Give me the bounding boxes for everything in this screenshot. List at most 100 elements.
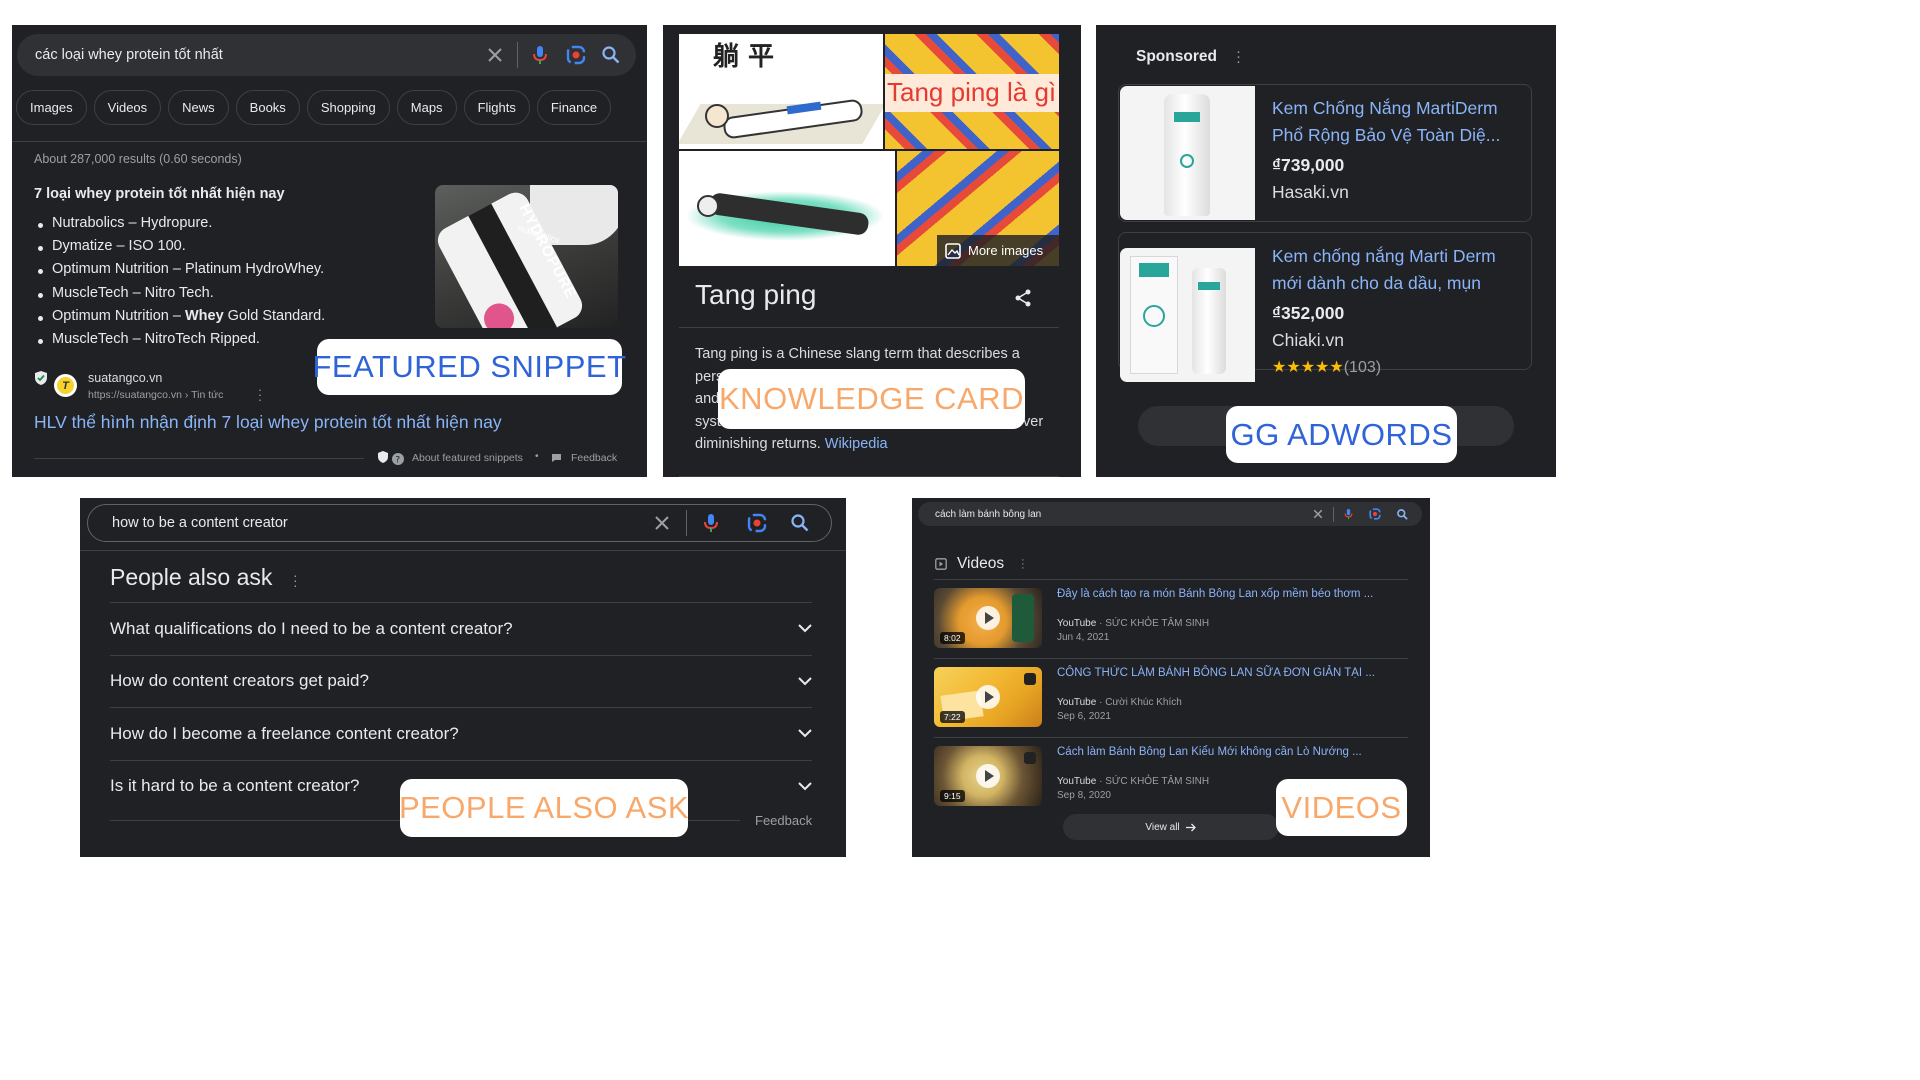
ad-title-line-1[interactable]: Kem chống nắng Marti Derm (1272, 246, 1496, 267)
chip-news[interactable]: News (168, 90, 229, 125)
chip-videos[interactable]: Videos (93, 90, 162, 125)
result-link[interactable]: HLV thể hình nhận định 7 loại whey prote… (34, 412, 502, 433)
video-item[interactable]: 7:22 CÔNG THỨC LÀM BÁNH BÔNG LAN SỮA ĐƠN… (934, 659, 1408, 738)
result-stats: About 287,000 results (0.60 seconds) (34, 152, 242, 166)
divider (686, 510, 687, 536)
desc-line: Tang ping is a Chinese slang term that d… (695, 346, 1020, 362)
search-divider (80, 550, 846, 551)
arrow-right-icon (1185, 823, 1196, 831)
feedback-icon[interactable] (551, 453, 562, 463)
search-input[interactable]: cách làm bánh bông lan (935, 509, 1313, 520)
video-date: Jun 4, 2021 (1057, 632, 1110, 643)
video-thumbnail[interactable]: 9:15 (934, 746, 1042, 806)
wikipedia-link[interactable]: Wikipedia (825, 436, 888, 452)
chip-shopping[interactable]: Shopping (306, 90, 390, 125)
image-tang-ping-poster[interactable]: Tang ping là gì (885, 34, 1059, 149)
lens-icon[interactable] (747, 513, 767, 533)
chips-divider (12, 141, 647, 142)
image-lying-splash[interactable] (679, 151, 895, 266)
view-all-button[interactable]: View all (1063, 814, 1279, 840)
video-thumbnail[interactable]: 8:02 (934, 588, 1042, 648)
microphone-icon[interactable] (532, 45, 548, 65)
feedback-link[interactable]: Feedback (571, 452, 617, 464)
paa-question[interactable]: How do I become a freelance content crea… (110, 707, 812, 760)
video-channel: SỨC KHỎE TÂM SINH (1105, 618, 1210, 629)
review-count: (103) (1343, 359, 1382, 376)
video-meta: CÔNG THỨC LÀM BÁNH BÔNG LAN SỮA ĐƠN GIẢN… (1057, 667, 1375, 737)
clear-icon[interactable] (654, 515, 670, 531)
microphone-icon[interactable] (1344, 508, 1353, 520)
search-input[interactable]: các loại whey protein tốt nhất (35, 47, 487, 63)
paa-question[interactable]: What qualifications do I need to be a co… (110, 602, 812, 655)
footer-dot: • (535, 451, 539, 462)
video-title[interactable]: Cách làm Bánh Bông Lan Kiểu Mới không cầ… (1057, 746, 1362, 758)
image-colorful-pattern[interactable]: More images (897, 151, 1059, 266)
tub-berries (478, 298, 520, 328)
clear-icon[interactable] (487, 47, 503, 63)
play-icon[interactable] (976, 685, 1000, 709)
search-bar[interactable]: các loại whey protein tốt nhất (17, 34, 636, 76)
lens-icon[interactable] (1369, 508, 1381, 520)
chip-books[interactable]: Books (235, 90, 300, 125)
videos-menu-icon[interactable]: · · · (1021, 555, 1025, 574)
gg-adwords-callout: GG ADWORDS (1226, 406, 1457, 463)
chip-maps[interactable]: Maps (396, 90, 457, 125)
lens-icon[interactable] (566, 45, 586, 65)
search-bar[interactable]: how to be a content creator (87, 504, 832, 542)
video-title[interactable]: CÔNG THỨC LÀM BÁNH BÔNG LAN SỮA ĐƠN GIẢN… (1057, 667, 1375, 679)
list-item: MuscleTech – Nitro Tech. (34, 285, 325, 308)
search-icon[interactable] (602, 46, 620, 64)
video-title[interactable]: Đây là cách tạo ra món Bánh Bông Lan xốp… (1057, 588, 1373, 600)
shield-icon (378, 451, 388, 463)
ad-product-image[interactable] (1120, 248, 1255, 382)
play-icon[interactable] (976, 764, 1000, 788)
chevron-down-icon[interactable] (798, 729, 812, 738)
ad-title-line-2[interactable]: mới dành cho da dầu, mụn (1272, 273, 1481, 294)
tube-shape (1164, 94, 1210, 216)
more-images-overlay[interactable]: More images (937, 235, 1059, 266)
list-item: Optimum Nutrition – Whey Gold Standard. (34, 308, 325, 331)
ad-title-line-1[interactable]: Kem Chống Nắng MartiDerm (1272, 98, 1498, 119)
chip-finance[interactable]: Finance (536, 90, 612, 125)
share-icon[interactable] (1014, 289, 1032, 307)
help-icon[interactable]: ? (392, 453, 404, 465)
ad-title-line-2[interactable]: Phổ Rộng Bảo Vệ Toàn Diệ... (1272, 125, 1500, 146)
ad-card[interactable]: Kem chống nắng Marti Derm mới dành cho d… (1118, 232, 1532, 382)
feedback-link[interactable]: Feedback (755, 813, 812, 828)
video-channel: Cười Khúc Khích (1105, 697, 1182, 708)
search-bar[interactable]: cách làm bánh bông lan (918, 502, 1422, 526)
chip-flights[interactable]: Flights (463, 90, 530, 125)
ad-product-image[interactable] (1120, 86, 1255, 220)
ad-card[interactable]: Kem Chống Nắng MartiDerm Phổ Rộng Bảo Vệ… (1118, 84, 1532, 222)
source-name[interactable]: suatangco.vn (88, 371, 162, 385)
featured-snippet-callout: FEATURED SNIPPET (312, 339, 626, 395)
search-icon[interactable] (1397, 508, 1408, 520)
tube-label (1198, 282, 1220, 290)
paa-menu-icon[interactable]: · · · (293, 568, 298, 592)
about-featured-snippets[interactable]: About featured snippets (412, 452, 523, 464)
image-lying-man[interactable]: 躺 平 (679, 34, 883, 149)
chevron-down-icon[interactable] (798, 782, 812, 791)
microphone-icon[interactable] (703, 513, 719, 533)
ad-price: ₫739,000 (1272, 155, 1345, 175)
search-input[interactable]: how to be a content creator (112, 515, 654, 531)
knowledge-title: Tang ping (695, 279, 817, 310)
play-icon[interactable] (976, 606, 1000, 630)
video-item[interactable]: 8:02 Đây là cách tạo ra món Bánh Bông La… (934, 580, 1408, 659)
bold-keyword: Whey (184, 307, 224, 324)
source-url[interactable]: https://suatangco.vn › Tin tức (88, 389, 223, 401)
video-channel: SỨC KHỎE TÂM SINH (1105, 776, 1210, 787)
chip-images[interactable]: Images (16, 90, 87, 125)
knowledge-image-grid[interactable]: 躺 平 Tang ping là gì More images (679, 34, 1059, 266)
paa-question[interactable]: How do content creators get paid? (110, 654, 812, 708)
meta-sep: · (1099, 776, 1103, 787)
video-thumbnail[interactable]: 7:22 (934, 667, 1042, 727)
sponsored-menu-icon[interactable]: · · · (1236, 44, 1241, 69)
snippet-image[interactable]: HYDROPURE nutrabolics (435, 185, 618, 328)
more-options-icon[interactable]: · · · (256, 383, 264, 406)
clear-icon[interactable] (1313, 509, 1323, 519)
chevron-down-icon[interactable] (798, 677, 812, 686)
filter-chips: Images Videos News Books Shopping Maps F… (16, 90, 618, 125)
chevron-down-icon[interactable] (798, 624, 812, 633)
search-icon[interactable] (791, 514, 809, 532)
